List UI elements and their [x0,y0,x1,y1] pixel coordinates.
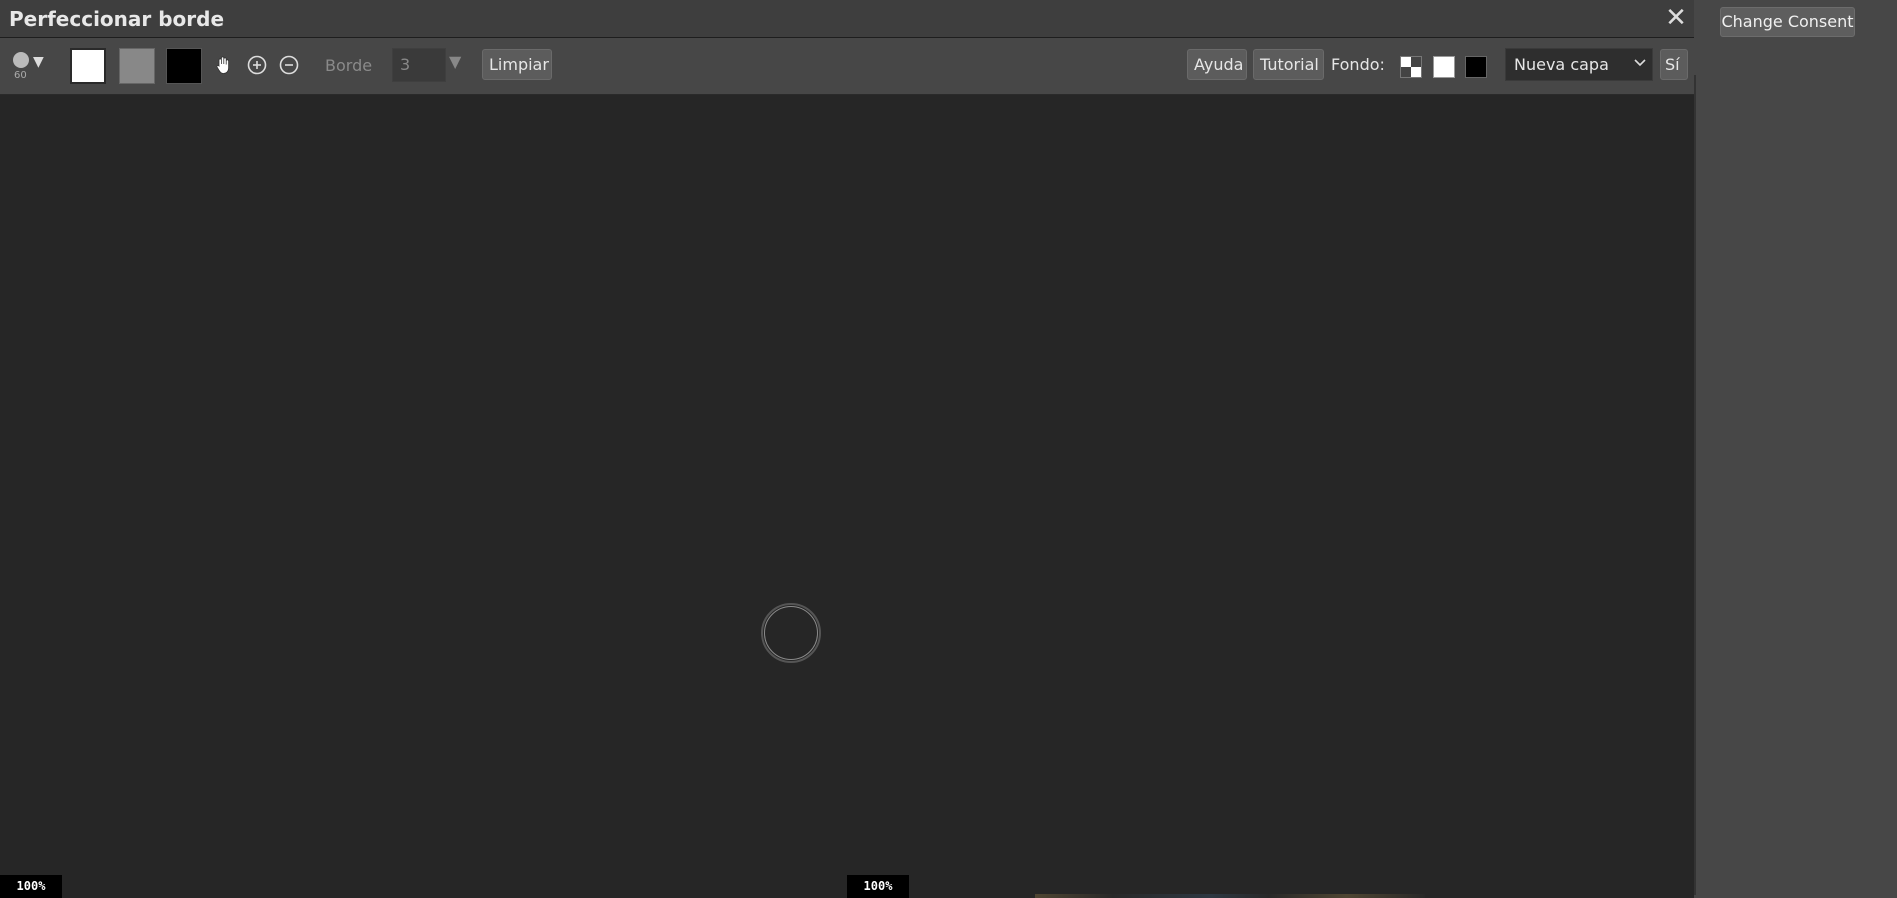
dialog-title: Perfeccionar borde [9,7,225,31]
hand-icon[interactable] [213,54,235,76]
panel-divider [1694,75,1696,895]
change-consent-button[interactable]: Change Consent [1720,7,1855,37]
swatch-gray[interactable] [119,48,155,84]
image-preview-strip [1035,894,1425,898]
swatch-white[interactable] [70,48,106,84]
borde-label: Borde [325,56,373,75]
ayuda-button[interactable]: Ayuda [1187,49,1247,80]
brush-circle-icon [13,52,29,68]
zoom-level-right: 100% [847,875,909,898]
zoom-out-icon[interactable] [278,54,300,76]
dialog-titlebar: Perfeccionar borde ✕ [0,0,1694,38]
edit-canvas[interactable] [0,95,1694,898]
background-transparent-swatch[interactable] [1400,56,1422,78]
layer-select-value: Nueva capa [1514,55,1609,74]
fondo-label: Fondo: [1331,55,1385,74]
brush-size-picker[interactable]: 60 ▼ [11,50,51,86]
refine-edge-dialog: Perfeccionar borde ✕ 60 ▼ Borde 3 ▼ Limp… [0,0,1694,898]
limpiar-button[interactable]: Limpiar [482,49,552,80]
swatch-black[interactable] [166,48,202,84]
borde-input[interactable]: 3 [392,48,446,82]
chevron-down-icon [1634,57,1646,71]
layer-output-select[interactable]: Nueva capa [1505,48,1653,81]
close-icon[interactable]: ✕ [1664,4,1688,32]
brush-cursor-icon [761,603,821,663]
brush-dropdown-arrow-icon: ▼ [33,54,44,70]
background-white-swatch[interactable] [1433,56,1455,78]
zoom-in-icon[interactable] [246,54,268,76]
toolbar: 60 ▼ Borde 3 ▼ Limpiar Ayuda Tutorial Fo… [0,38,1694,95]
zoom-level-left: 100% [0,875,62,898]
confirm-button[interactable]: Sí [1660,49,1688,80]
borde-dropdown-arrow-icon[interactable]: ▼ [449,52,461,71]
tutorial-button[interactable]: Tutorial [1253,49,1324,80]
background-black-swatch[interactable] [1465,56,1487,78]
brush-size-value: 60 [14,70,27,81]
